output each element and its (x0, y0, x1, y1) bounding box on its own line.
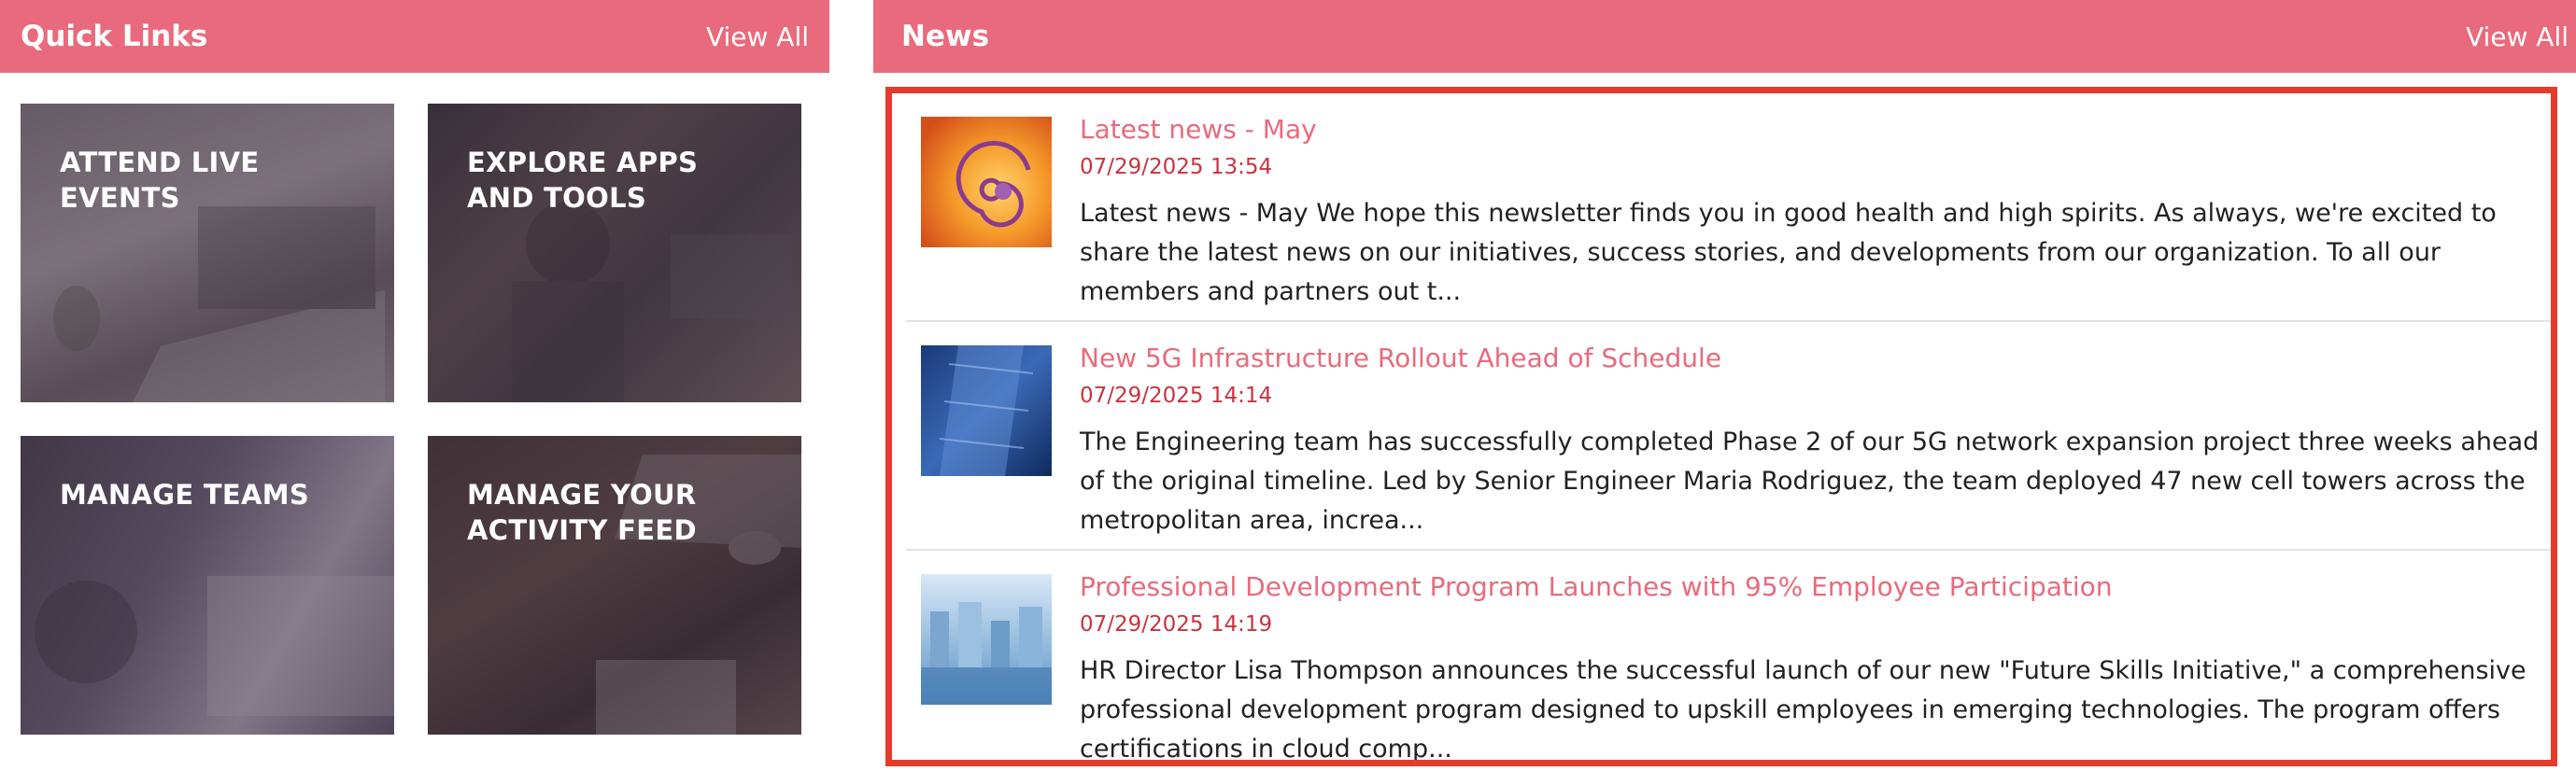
news-title: News (901, 20, 990, 53)
quick-link-tile-attend-live-events[interactable]: ATTEND LIVE EVENTS (21, 104, 394, 402)
news-header: News View All (873, 0, 2576, 73)
quick-links-title: Quick Links (21, 20, 208, 53)
news-item-summary: HR Director Lisa Thompson announces the … (1080, 656, 2526, 764)
news-item-date: 07/29/2025 14:14 (1080, 384, 1273, 408)
quick-link-tile-explore-apps-and-tools[interactable]: EXPLORE APPS AND TOOLS (428, 104, 801, 402)
news-item-date: 07/29/2025 14:19 (1080, 612, 1273, 637)
quick-link-tile-manage-your-activity-feed[interactable]: MANAGE YOUR ACTIVITY FEED (428, 436, 801, 735)
news-thumbnail-image (921, 345, 1052, 476)
news-item[interactable]: Latest news - May 07/29/2025 13:54 Lates… (906, 93, 2551, 322)
news-thumbnail-image (921, 117, 1052, 247)
news-list-highlight: Latest news - May 07/29/2025 13:54 Lates… (885, 87, 2557, 766)
news-item-date: 07/29/2025 13:54 (1080, 155, 1273, 179)
news-item[interactable]: New 5G Infrastructure Rollout Ahead of S… (906, 322, 2551, 551)
news-item-title-link[interactable]: Latest news - May (1080, 112, 2540, 147)
news-item-summary: The Engineering team has successfully co… (1080, 428, 2540, 535)
tile-label: ATTEND LIVE EVENTS (60, 147, 260, 214)
tile-label: MANAGE YOUR ACTIVITY FEED (467, 479, 697, 546)
news-view-all-link[interactable]: View All (2466, 21, 2569, 52)
news-item-title-link[interactable]: New 5G Infrastructure Rollout Ahead of S… (1080, 341, 2540, 376)
news-item[interactable]: Professional Development Program Launche… (906, 551, 2551, 764)
tile-label: MANAGE TEAMS (60, 479, 310, 511)
news-item-summary: Latest news - May We hope this newslette… (1080, 199, 2497, 306)
quick-links-view-all-link[interactable]: View All (706, 21, 809, 52)
news-thumbnail-image (921, 574, 1052, 705)
quick-links-header: Quick Links View All (0, 0, 829, 73)
tile-label: EXPLORE APPS AND TOOLS (467, 147, 699, 214)
news-item-title-link[interactable]: Professional Development Program Launche… (1080, 569, 2540, 605)
quick-link-tile-manage-teams[interactable]: MANAGE TEAMS (21, 436, 394, 735)
